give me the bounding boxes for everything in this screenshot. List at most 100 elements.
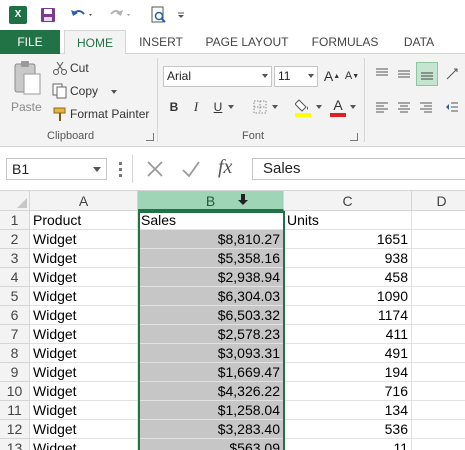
name-box[interactable]: B1 — [6, 158, 107, 180]
cell-b[interactable]: $8,810.27 — [138, 230, 284, 249]
undo-icon[interactable] — [68, 5, 96, 25]
row-header[interactable]: 11 — [0, 401, 30, 420]
cell-a[interactable]: Widget — [30, 287, 138, 306]
cell-d[interactable] — [412, 363, 465, 382]
cell-d[interactable] — [412, 401, 465, 420]
cell-c[interactable]: 1174 — [284, 306, 412, 325]
cell-a[interactable]: Widget — [30, 363, 138, 382]
align-left-button[interactable] — [372, 97, 392, 117]
cancel-icon[interactable] — [144, 158, 166, 180]
cell-c[interactable]: 716 — [284, 382, 412, 401]
cell-b[interactable]: $4,326.22 — [138, 382, 284, 401]
cell-a[interactable]: Widget — [30, 344, 138, 363]
cell-c[interactable]: 536 — [284, 420, 412, 439]
cell-d[interactable] — [412, 382, 465, 401]
align-middle-button[interactable] — [394, 64, 414, 84]
row-header[interactable]: 5 — [0, 287, 30, 306]
cell-d[interactable] — [412, 439, 465, 450]
row-header[interactable]: 7 — [0, 325, 30, 344]
formula-input[interactable]: Sales — [252, 158, 465, 180]
cell-d[interactable] — [412, 306, 465, 325]
tab-formulas[interactable]: FORMULAS — [306, 30, 384, 54]
cell-b[interactable]: $3,283.40 — [138, 420, 284, 439]
cell-d[interactable] — [412, 268, 465, 287]
row-header[interactable]: 9 — [0, 363, 30, 382]
select-all-button[interactable] — [0, 191, 30, 211]
cell-b[interactable]: $3,093.31 — [138, 344, 284, 363]
shrink-font-button[interactable]: A ▼ — [342, 66, 362, 86]
font-name-select[interactable]: Arial — [163, 66, 272, 87]
cell-d[interactable] — [412, 211, 465, 230]
underline-button[interactable]: U — [208, 97, 228, 117]
fill-color-button[interactable] — [294, 95, 314, 119]
cell-d[interactable] — [412, 325, 465, 344]
font-launcher-icon[interactable] — [350, 133, 358, 141]
cell-d[interactable] — [412, 344, 465, 363]
orientation-button[interactable] — [442, 64, 462, 84]
cell-a[interactable]: Widget — [30, 230, 138, 249]
cell-d[interactable] — [412, 287, 465, 306]
cell-d[interactable] — [412, 420, 465, 439]
cell-a[interactable]: Widget — [30, 249, 138, 268]
cell-a[interactable]: Widget — [30, 268, 138, 287]
cell-c[interactable]: 938 — [284, 249, 412, 268]
cell-c[interactable]: 1090 — [284, 287, 412, 306]
column-header-c[interactable]: C — [284, 191, 412, 211]
formula-bar-grip-icon[interactable] — [119, 161, 123, 177]
align-right-button[interactable] — [416, 97, 436, 117]
cell-b[interactable]: $2,938.94 — [138, 268, 284, 287]
tab-data[interactable]: DATA — [396, 30, 442, 54]
cell-c[interactable]: Units — [284, 211, 412, 230]
cell-a[interactable]: Widget — [30, 401, 138, 420]
clipboard-launcher-icon[interactable] — [146, 133, 154, 141]
cell-b[interactable]: Sales — [138, 211, 284, 230]
row-header[interactable]: 8 — [0, 344, 30, 363]
format-painter-button[interactable]: Format Painter — [50, 104, 152, 124]
font-size-select[interactable]: 11 — [274, 66, 318, 87]
cell-d[interactable] — [412, 230, 465, 249]
tab-home[interactable]: HOME — [64, 30, 126, 55]
font-color-dropdown-icon[interactable] — [348, 97, 358, 117]
cell-c[interactable]: 458 — [284, 268, 412, 287]
cell-c[interactable]: 411 — [284, 325, 412, 344]
cell-b[interactable]: $5,358.16 — [138, 249, 284, 268]
align-center-button[interactable] — [394, 97, 414, 117]
row-header[interactable]: 10 — [0, 382, 30, 401]
cell-b[interactable]: $1,258.04 — [138, 401, 284, 420]
cut-button[interactable]: Cut — [50, 58, 120, 78]
grow-font-button[interactable]: A ▲ — [322, 66, 342, 86]
copy-button[interactable]: Copy — [50, 81, 130, 101]
cell-b[interactable]: $6,503.32 — [138, 306, 284, 325]
column-header-a[interactable]: A — [30, 191, 138, 211]
decrease-indent-button[interactable] — [442, 97, 462, 117]
cell-a[interactable]: Widget — [30, 382, 138, 401]
cell-a[interactable]: Widget — [30, 306, 138, 325]
cell-b[interactable]: $1,669.47 — [138, 363, 284, 382]
align-top-button[interactable] — [372, 64, 392, 84]
cell-c[interactable]: 194 — [284, 363, 412, 382]
insert-function-icon[interactable]: fx — [218, 156, 232, 179]
font-color-button[interactable]: A — [328, 95, 348, 119]
cell-b[interactable]: $563.09 — [138, 439, 284, 450]
cell-a[interactable]: Widget — [30, 439, 138, 450]
fill-color-dropdown-icon[interactable] — [314, 97, 324, 117]
tab-insert[interactable]: INSERT — [134, 30, 188, 54]
cell-c[interactable]: 1651 — [284, 230, 412, 249]
enter-check-icon[interactable] — [180, 158, 202, 180]
borders-dropdown-icon[interactable] — [270, 97, 280, 117]
cell-b[interactable]: $2,578.23 — [138, 325, 284, 344]
row-header[interactable]: 2 — [0, 230, 30, 249]
cell-b[interactable]: $6,304.03 — [138, 287, 284, 306]
save-icon[interactable] — [38, 5, 58, 25]
row-header[interactable]: 12 — [0, 420, 30, 439]
cell-c[interactable]: 11 — [284, 439, 412, 450]
tab-page-layout[interactable]: PAGE LAYOUT — [200, 30, 294, 54]
row-header[interactable]: 3 — [0, 249, 30, 268]
paste-button[interactable]: Paste — [8, 58, 46, 128]
tab-file[interactable]: FILE — [0, 30, 60, 54]
cell-a[interactable]: Product — [30, 211, 138, 230]
column-header-b[interactable]: B — [138, 191, 284, 211]
column-header-d[interactable]: D — [412, 191, 465, 211]
cell-a[interactable]: Widget — [30, 325, 138, 344]
underline-dropdown-icon[interactable] — [226, 97, 236, 117]
